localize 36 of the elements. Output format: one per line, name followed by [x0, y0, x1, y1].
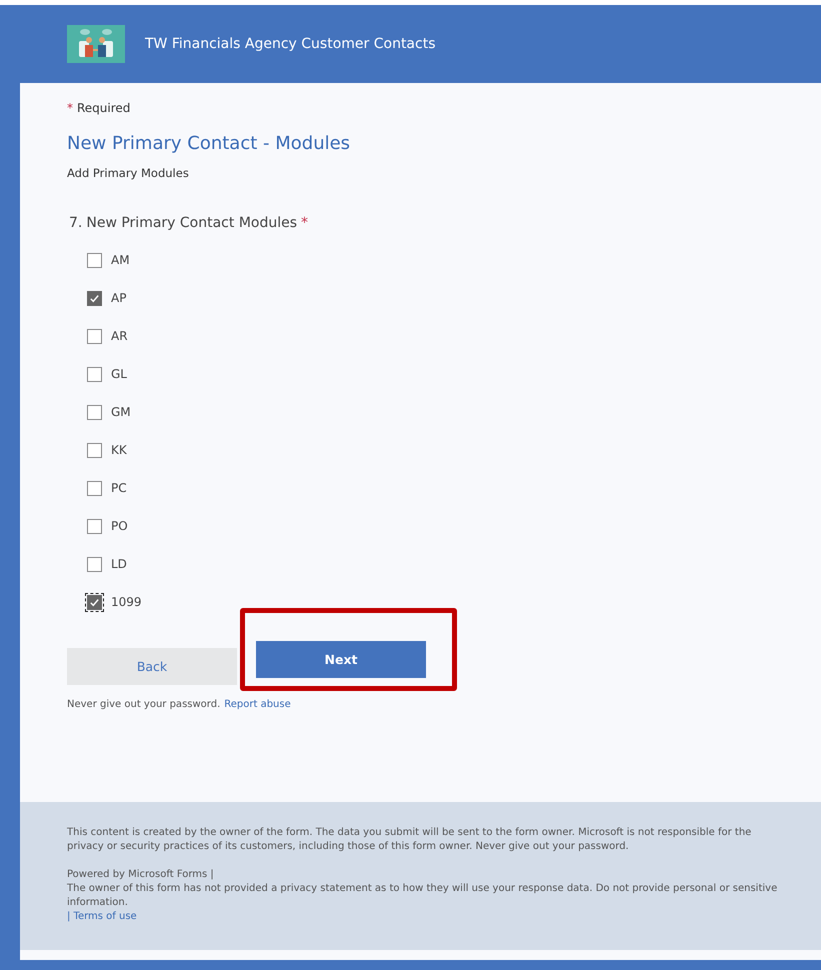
- section-subtitle: Add Primary Modules: [67, 166, 190, 180]
- report-abuse-link[interactable]: Report abuse: [224, 699, 291, 710]
- option-label: AP: [111, 291, 126, 305]
- people-logo-icon: [67, 25, 125, 63]
- form-title: TW Financials Agency Customer Contacts: [145, 36, 436, 52]
- option-label: GM: [111, 405, 131, 419]
- checkbox[interactable]: [87, 518, 102, 534]
- question-text: New Primary Contact Modules: [86, 215, 298, 231]
- option-label: AR: [111, 329, 128, 343]
- checkbox[interactable]: [87, 404, 102, 420]
- next-button[interactable]: Next: [256, 641, 426, 678]
- option-label: 1099: [111, 595, 142, 609]
- checkbox[interactable]: [87, 290, 102, 306]
- option-label: AM: [111, 253, 130, 267]
- powered-by-text: Powered by Microsoft Forms |: [67, 868, 215, 882]
- option-label: KK: [111, 443, 127, 457]
- required-mark: *: [67, 101, 73, 115]
- terms-link[interactable]: | Terms of use: [67, 911, 137, 922]
- disclaimer-text: This content is created by the owner of the form. The data you submit will be sent to the form owner. Microsoft is not responsible for the privacy or security practices of its customers, including those of this form owner. Never give out your password.: [67, 826, 752, 854]
- required-mark: *: [301, 215, 308, 231]
- option-label: PO: [111, 519, 128, 533]
- privacy-text: The owner of this form has not provided a privacy statement as to how they will use your response data. Do not provide personal or sensitive information.: [67, 882, 778, 910]
- option-label: GL: [111, 367, 127, 381]
- checkbox[interactable]: [87, 480, 102, 496]
- checkbox[interactable]: [87, 556, 102, 572]
- option-label: PC: [111, 481, 127, 495]
- section-title: New Primary Contact - Modules: [67, 133, 352, 154]
- checkbox[interactable]: [87, 442, 102, 458]
- checkbox[interactable]: [87, 252, 102, 268]
- back-button[interactable]: Back: [67, 648, 237, 684]
- required-label: Required: [77, 101, 130, 115]
- question-number: 7.: [69, 215, 82, 231]
- checkbox[interactable]: [87, 366, 102, 382]
- checkbox[interactable]: [87, 328, 102, 344]
- password-note: Never give out your password.: [67, 699, 220, 710]
- option-label: LD: [111, 557, 127, 571]
